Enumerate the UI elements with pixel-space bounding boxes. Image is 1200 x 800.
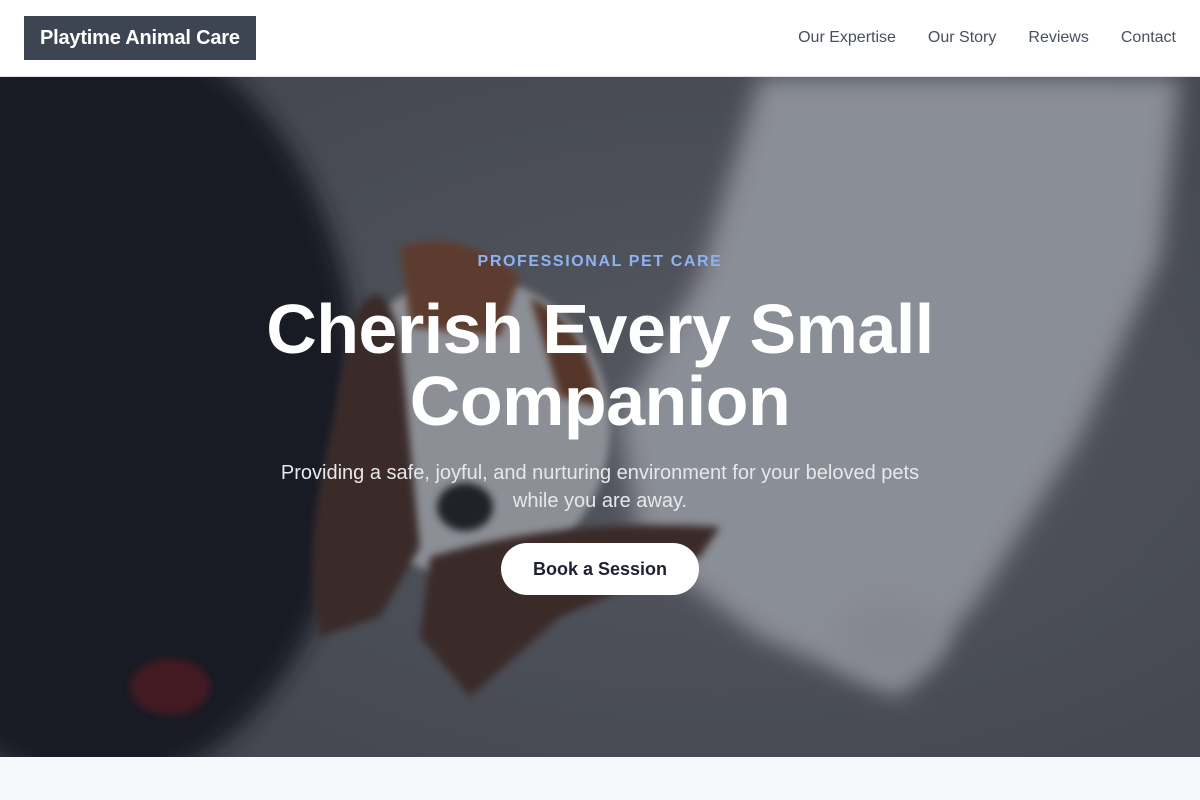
- hero-title: Cherish Every Small Companion: [266, 290, 934, 440]
- site-logo[interactable]: Playtime Animal Care: [24, 16, 256, 60]
- nav-link-our-expertise[interactable]: Our Expertise: [798, 29, 896, 47]
- hero-eyebrow: PROFESSIONAL PET CARE: [477, 253, 723, 270]
- hero-content: PROFESSIONAL PET CARE Cherish Every Smal…: [0, 77, 1200, 757]
- nav-link-contact[interactable]: Contact: [1121, 29, 1176, 47]
- nav-link-our-story[interactable]: Our Story: [928, 29, 996, 47]
- site-header: Playtime Animal Care Our Expertise Our S…: [0, 0, 1200, 77]
- next-section-strip: [0, 757, 1200, 800]
- book-session-button[interactable]: Book a Session: [500, 543, 700, 595]
- hero-subtitle: Providing a safe, joyful, and nurturing …: [280, 462, 920, 512]
- nav-link-reviews[interactable]: Reviews: [1028, 29, 1088, 47]
- main-nav: Our Expertise Our Story Reviews Contact: [798, 29, 1176, 47]
- hero-section: PROFESSIONAL PET CARE Cherish Every Smal…: [0, 77, 1200, 757]
